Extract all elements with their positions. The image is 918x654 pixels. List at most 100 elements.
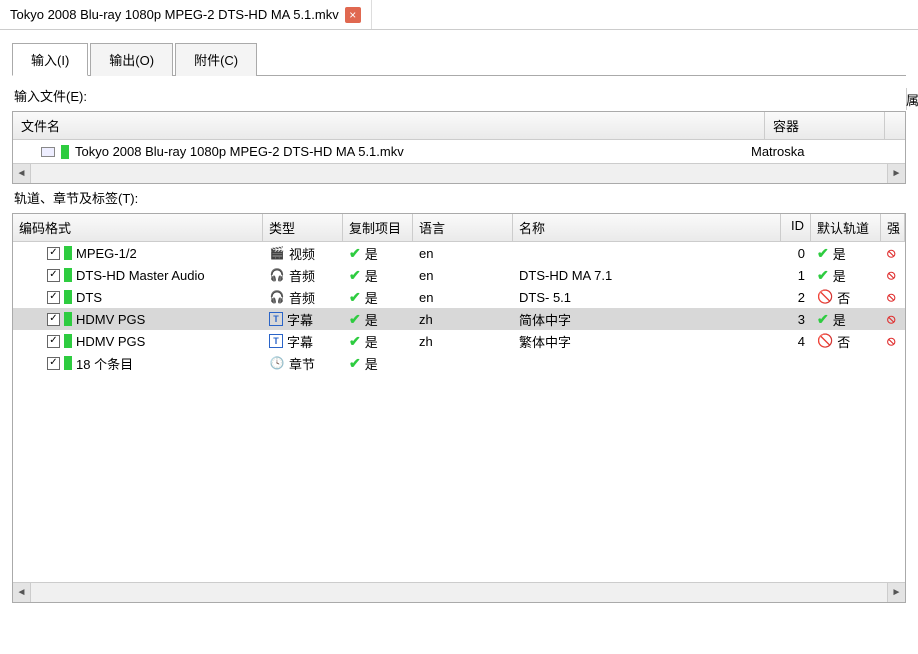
track-id: 4 bbox=[781, 334, 811, 349]
check-icon: ✔ bbox=[817, 311, 829, 328]
col-name[interactable]: 名称 bbox=[513, 214, 781, 241]
track-codec: 18 个条目 bbox=[76, 354, 133, 373]
track-type: 字幕 bbox=[287, 332, 313, 351]
status-indicator-icon bbox=[64, 290, 72, 304]
check-icon: ✔ bbox=[349, 333, 361, 350]
track-checkbox[interactable] bbox=[47, 357, 60, 370]
track-type: 音频 bbox=[289, 266, 315, 285]
track-default: 是 bbox=[833, 244, 846, 263]
track-row[interactable]: 18 个条目 🕓 章节 ✔是 bbox=[13, 352, 905, 374]
audio-icon: 🎧 bbox=[269, 268, 285, 282]
track-default: 是 bbox=[833, 266, 846, 285]
scroll-right-icon[interactable]: ► bbox=[887, 583, 905, 602]
check-icon: ✔ bbox=[349, 267, 361, 284]
track-name: DTS- 5.1 bbox=[513, 290, 781, 305]
track-checkbox[interactable] bbox=[47, 291, 60, 304]
track-type: 字幕 bbox=[287, 310, 313, 329]
col-forced[interactable]: 强 bbox=[881, 214, 905, 241]
file-icon bbox=[41, 147, 55, 157]
col-default[interactable]: 默认轨道 bbox=[811, 214, 881, 241]
properties-panel-edge: 属 bbox=[906, 88, 918, 110]
track-lang: zh bbox=[413, 334, 513, 349]
scroll-left-icon[interactable]: ◄ bbox=[13, 164, 31, 183]
deny-icon: 🚫 bbox=[817, 333, 833, 349]
tracks-table: 编码格式 类型 复制项目 语言 名称 ID 默认轨道 强 MPEG-1/2 🎬 视频… bbox=[12, 213, 906, 603]
track-codec: DTS-HD Master Audio bbox=[76, 268, 205, 283]
tracks-label: 轨道、章节及标签(T): bbox=[14, 188, 906, 207]
close-icon[interactable]: × bbox=[345, 7, 361, 23]
scroll-left-icon[interactable]: ◄ bbox=[13, 583, 31, 602]
track-default: 是 bbox=[833, 310, 846, 329]
track-id: 2 bbox=[781, 290, 811, 305]
document-tab-title: Tokyo 2008 Blu-ray 1080p MPEG-2 DTS-HD M… bbox=[10, 7, 339, 22]
scroll-right-icon[interactable]: ► bbox=[887, 164, 905, 183]
video-icon: 🎬 bbox=[269, 246, 285, 260]
track-checkbox[interactable] bbox=[47, 335, 60, 348]
forced-icon: ⦸ bbox=[887, 245, 895, 261]
track-lang: en bbox=[413, 246, 513, 261]
track-default: 否 bbox=[837, 332, 850, 351]
track-name: 繁体中字 bbox=[513, 332, 781, 351]
track-checkbox[interactable] bbox=[47, 269, 60, 282]
track-copy: 是 bbox=[365, 244, 378, 263]
file-name: Tokyo 2008 Blu-ray 1080p MPEG-2 DTS-HD M… bbox=[75, 144, 404, 159]
track-codec: DTS bbox=[76, 290, 102, 305]
track-id: 1 bbox=[781, 268, 811, 283]
col-codec[interactable]: 编码格式 bbox=[13, 214, 263, 241]
track-row[interactable]: DTS🎧音频✔是enDTS- 5.12🚫否⦸ bbox=[13, 286, 905, 308]
track-codec: HDMV PGS bbox=[76, 334, 145, 349]
col-spacer bbox=[885, 112, 905, 139]
status-indicator-icon bbox=[64, 334, 72, 348]
track-row[interactable]: HDMV PGST字幕✔是zh简体中字3✔是⦸ bbox=[13, 308, 905, 330]
tracks-header: 编码格式 类型 复制项目 语言 名称 ID 默认轨道 强 bbox=[13, 214, 905, 242]
track-codec: MPEG-1/2 bbox=[76, 246, 137, 261]
document-tab[interactable]: Tokyo 2008 Blu-ray 1080p MPEG-2 DTS-HD M… bbox=[0, 0, 372, 29]
col-container[interactable]: 容器 bbox=[765, 112, 885, 139]
col-id[interactable]: ID bbox=[781, 214, 811, 241]
tab-input[interactable]: 输入(I) bbox=[12, 43, 88, 76]
input-files-header: 文件名 容器 bbox=[13, 112, 905, 140]
track-copy: 是 bbox=[365, 310, 378, 329]
tab-attachments[interactable]: 附件(C) bbox=[175, 43, 257, 76]
forced-icon: ⦸ bbox=[887, 311, 895, 327]
forced-icon: ⦸ bbox=[887, 333, 895, 349]
status-indicator-icon bbox=[64, 312, 72, 326]
tracks-body: MPEG-1/2🎬视频✔是en0✔是⦸DTS-HD Master Audio🎧音… bbox=[13, 242, 905, 582]
check-icon: ✔ bbox=[817, 245, 829, 262]
track-type: 音频 bbox=[289, 288, 315, 307]
check-icon: ✔ bbox=[817, 267, 829, 284]
track-row[interactable]: HDMV PGST字幕✔是zh繁体中字4🚫否⦸ bbox=[13, 330, 905, 352]
track-copy: 是 bbox=[365, 266, 378, 285]
input-files-table: 文件名 容器 Tokyo 2008 Blu-ray 1080p MPEG-2 D… bbox=[12, 111, 906, 184]
chap-icon: 🕓 bbox=[269, 356, 285, 370]
track-copy: 是 bbox=[365, 354, 378, 373]
track-row[interactable]: DTS-HD Master Audio🎧音频✔是enDTS-HD MA 7.11… bbox=[13, 264, 905, 286]
forced-icon: ⦸ bbox=[887, 289, 895, 305]
file-container: Matroska bbox=[751, 144, 871, 159]
col-type[interactable]: 类型 bbox=[263, 214, 343, 241]
check-icon: ✔ bbox=[349, 289, 361, 306]
track-checkbox[interactable] bbox=[47, 313, 60, 326]
track-id: 0 bbox=[781, 246, 811, 261]
col-lang[interactable]: 语言 bbox=[413, 214, 513, 241]
col-filename[interactable]: 文件名 bbox=[13, 112, 765, 139]
check-icon: ✔ bbox=[349, 355, 361, 372]
sub-icon: T bbox=[269, 312, 283, 326]
audio-icon: 🎧 bbox=[269, 290, 285, 304]
file-row[interactable]: Tokyo 2008 Blu-ray 1080p MPEG-2 DTS-HD M… bbox=[13, 140, 905, 163]
status-indicator-icon bbox=[64, 356, 72, 370]
track-row[interactable]: MPEG-1/2🎬视频✔是en0✔是⦸ bbox=[13, 242, 905, 264]
track-name: 简体中字 bbox=[513, 310, 781, 329]
status-indicator-icon bbox=[64, 268, 72, 282]
track-checkbox[interactable] bbox=[47, 247, 60, 260]
tracks-scrollbar[interactable]: ◄ ► bbox=[13, 582, 905, 602]
col-copy[interactable]: 复制项目 bbox=[343, 214, 413, 241]
status-indicator-icon bbox=[61, 145, 69, 159]
tab-output[interactable]: 输出(O) bbox=[90, 43, 173, 76]
files-scrollbar[interactable]: ◄ ► bbox=[13, 163, 905, 183]
track-type: 章节 bbox=[289, 354, 315, 373]
track-default: 否 bbox=[837, 288, 850, 307]
track-name: DTS-HD MA 7.1 bbox=[513, 268, 781, 283]
track-type: 视频 bbox=[289, 244, 315, 263]
input-files-label: 输入文件(E): bbox=[14, 86, 906, 105]
